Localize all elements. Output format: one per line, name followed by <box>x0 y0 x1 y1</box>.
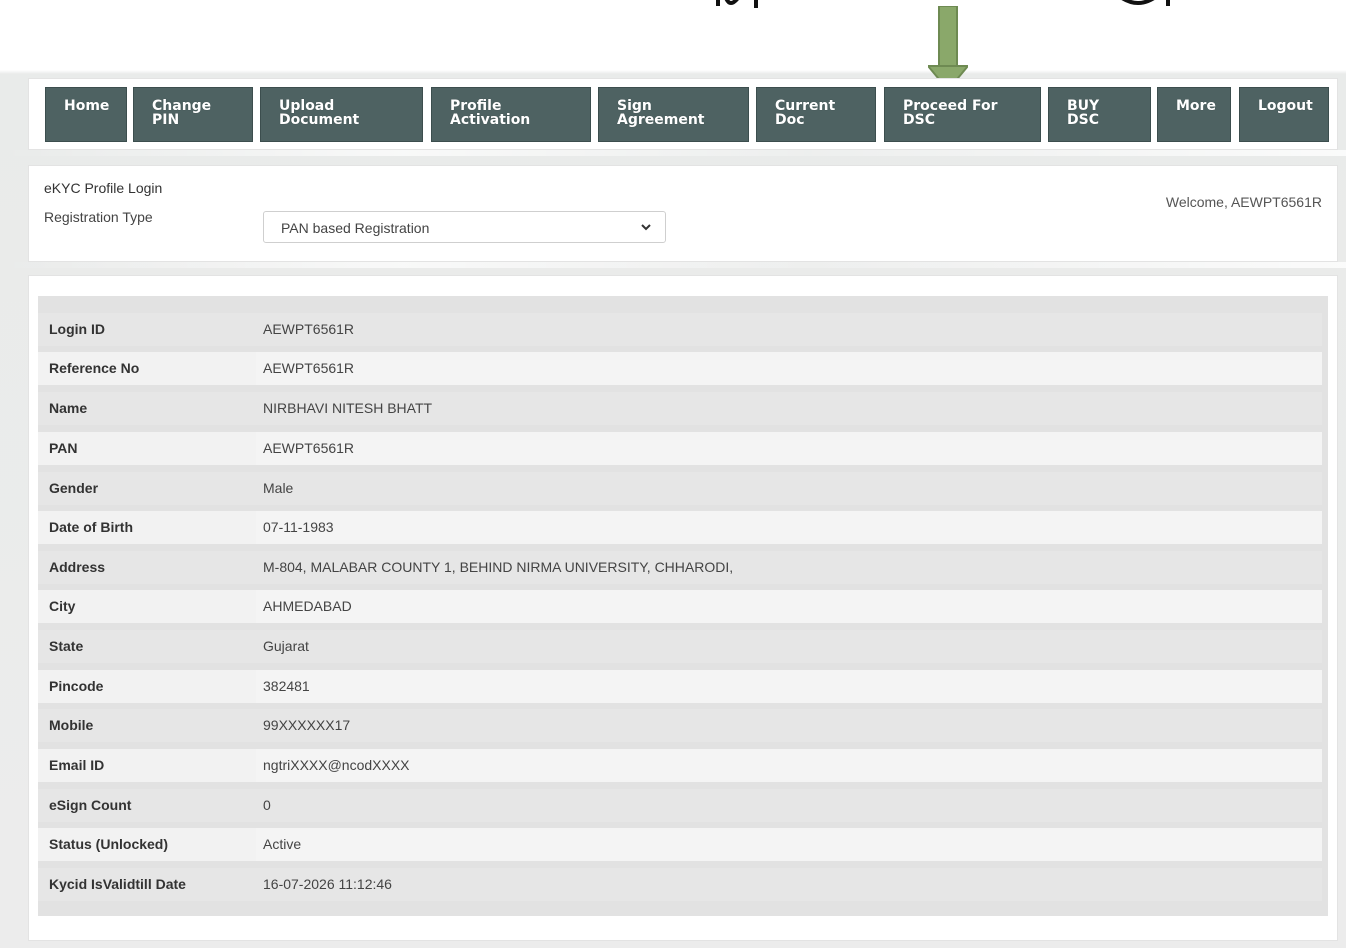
current-doc-button[interactable]: Current Doc <box>756 87 876 142</box>
row-value: Active <box>256 828 1322 861</box>
sign-agreement-button[interactable]: Sign Agreement <box>598 87 749 142</box>
row-label: eSign Count <box>38 789 256 822</box>
table-row: City AHMEDABAD <box>38 587 1328 627</box>
table-row: Name NIRBHAVI NITESH BHATT <box>38 389 1328 429</box>
chevron-down-icon <box>641 224 651 231</box>
cropped-heading-fragment <box>1121 0 1170 6</box>
table-row: Login ID AEWPT6561R <box>38 310 1328 350</box>
page-title: eKYC Profile Login <box>44 180 163 196</box>
row-value: AEWPT6561R <box>256 313 1322 346</box>
row-value: 382481 <box>256 670 1322 703</box>
row-value: AHMEDABAD <box>256 590 1322 623</box>
table-row: Email ID ngtriXXXX@ncodXXXX <box>38 746 1328 786</box>
background-streak <box>0 262 1346 268</box>
profile-activation-button[interactable]: Profile Activation <box>431 87 591 142</box>
row-value: 07-11-1983 <box>256 511 1322 544</box>
more-button[interactable]: More <box>1157 87 1231 142</box>
row-value: Male <box>256 472 1322 505</box>
row-label: State <box>38 630 256 663</box>
row-value: Gujarat <box>256 630 1322 663</box>
row-label: City <box>38 590 256 623</box>
proceed-for-dsc-button[interactable]: Proceed For DSC <box>884 87 1041 142</box>
row-label: Kycid IsValidtill Date <box>38 868 256 901</box>
cropped-heading-fragment <box>716 0 758 8</box>
row-label: Address <box>38 551 256 584</box>
home-button[interactable]: Home <box>45 87 127 142</box>
logout-button[interactable]: Logout <box>1239 87 1329 142</box>
table-row: State Gujarat <box>38 627 1328 667</box>
row-value: AEWPT6561R <box>256 352 1322 385</box>
welcome-text: Welcome, AEWPT6561R <box>1165 194 1322 210</box>
change-pin-button[interactable]: Change PIN <box>133 87 253 142</box>
table-row: eSign Count 0 <box>38 786 1328 826</box>
table-row: Gender Male <box>38 469 1328 509</box>
table-row: Date of Birth 07-11-1983 <box>38 508 1328 548</box>
registration-panel <box>28 165 1338 262</box>
row-label: Login ID <box>38 313 256 346</box>
row-label: PAN <box>38 432 256 465</box>
row-value: 0 <box>256 789 1322 822</box>
row-label: Gender <box>38 472 256 505</box>
row-value: 16-07-2026 11:12:46 <box>256 868 1322 901</box>
row-label: Reference No <box>38 352 256 385</box>
row-value: 99XXXXXX17 <box>256 709 1322 742</box>
registration-type-label: Registration Type <box>44 209 153 225</box>
row-value: NIRBHAVI NITESH BHATT <box>256 392 1322 425</box>
upload-document-button[interactable]: Upload Document <box>260 87 423 142</box>
registration-type-value: PAN based Registration <box>281 220 430 236</box>
row-value: M-804, MALABAR COUNTY 1, BEHIND NIRMA UN… <box>256 551 1322 584</box>
table-row: Reference No AEWPT6561R <box>38 349 1328 389</box>
registration-type-select[interactable]: PAN based Registration <box>263 211 666 243</box>
table-row: Address M-804, MALABAR COUNTY 1, BEHIND … <box>38 548 1328 588</box>
row-label: Mobile <box>38 709 256 742</box>
table-row: Pincode 382481 <box>38 667 1328 707</box>
row-label: Email ID <box>38 749 256 782</box>
table-row: Status (Unlocked) Active <box>38 825 1328 865</box>
row-label: Date of Birth <box>38 511 256 544</box>
buy-dsc-button[interactable]: BUY DSC <box>1048 87 1151 142</box>
row-value: AEWPT6561R <box>256 432 1322 465</box>
background-streak <box>0 150 1346 156</box>
row-value: ngtriXXXX@ncodXXXX <box>256 749 1322 782</box>
table-row: Kycid IsValidtill Date 16-07-2026 11:12:… <box>38 865 1328 905</box>
table-row: PAN AEWPT6561R <box>38 429 1328 469</box>
row-label: Status (Unlocked) <box>38 828 256 861</box>
table-row: Mobile 99XXXXXX17 <box>38 706 1328 746</box>
row-label: Name <box>38 392 256 425</box>
row-label: Pincode <box>38 670 256 703</box>
